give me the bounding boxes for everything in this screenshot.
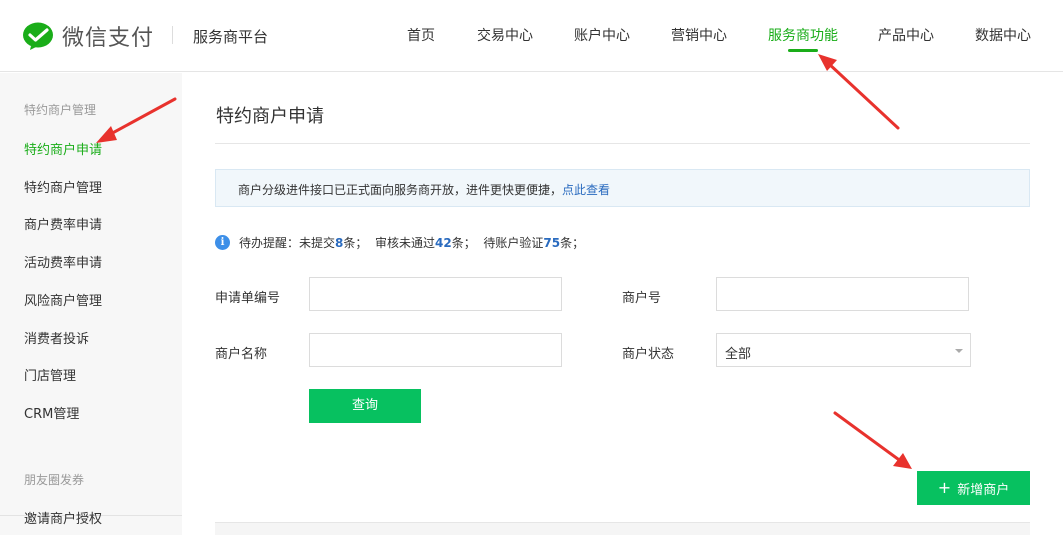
- logo-text: 微信支付: [62, 26, 155, 51]
- nav-product-center[interactable]: 产品中心: [878, 25, 934, 45]
- title-divider: [215, 143, 1030, 144]
- nav-data-center[interactable]: 数据中心: [975, 25, 1031, 45]
- wechat-pay-logo[interactable]: 微信支付: [22, 20, 154, 52]
- merchant-status-select[interactable]: 全部: [716, 333, 971, 367]
- top-bar: 微信支付 服务商平台 首页 交易中心 账户中心 营销中心 服务商功能 产品中心 …: [0, 0, 1063, 72]
- nav-service-provider-functions[interactable]: 服务商功能: [768, 25, 838, 45]
- notice-link[interactable]: 点此查看: [562, 183, 610, 197]
- todo-label-rejected: 条； 审核未通过: [343, 236, 436, 250]
- nav-marketing-center[interactable]: 营销中心: [671, 25, 727, 45]
- todo-count-pending-verification[interactable]: 75: [543, 236, 560, 250]
- page-title: 特约商户申请: [216, 106, 324, 127]
- todo-count-rejected[interactable]: 42: [435, 236, 452, 250]
- todo-reminder: i 待办提醒： 未提交 8 条； 审核未通过 42 条； 待账户验证 75 条；: [215, 234, 584, 251]
- sidebar-item-consumer-complaints[interactable]: 消费者投诉: [24, 328, 89, 347]
- merchant-name-label: 商户名称: [215, 347, 268, 362]
- sidebar-item-crm-management[interactable]: CRM管理: [24, 403, 79, 422]
- application-number-label: 申请单编号: [215, 291, 281, 306]
- merchant-id-label: 商户号: [622, 291, 662, 306]
- chevron-down-icon: [955, 349, 963, 353]
- sidebar-item-rate-application[interactable]: 商户费率申请: [24, 214, 102, 233]
- todo-label-pending-verification: 条； 待账户验证: [451, 236, 544, 250]
- notice-text: 商户分级进件接口已正式面向服务商开放，进件更快更便捷，: [238, 183, 563, 197]
- sidebar-item-store-management[interactable]: 门店管理: [24, 365, 76, 384]
- plus-icon: +: [937, 478, 952, 497]
- query-button[interactable]: 查询: [309, 389, 421, 423]
- notice-banner: 商户分级进件接口已正式面向服务商开放，进件更快更便捷，点此查看: [215, 169, 1030, 207]
- sidebar-item-merchant-management[interactable]: 特约商户管理: [24, 177, 102, 196]
- sidebar-item-merchant-application[interactable]: 特约商户申请: [24, 139, 102, 158]
- sidebar-item-activity-rate-application[interactable]: 活动费率申请: [24, 252, 102, 271]
- merchant-id-input[interactable]: [716, 277, 969, 311]
- todo-prefix: 待办提醒：: [239, 236, 300, 250]
- todo-suffix: 条；: [560, 236, 585, 250]
- nav-home[interactable]: 首页: [407, 25, 435, 45]
- list-header-strip: [215, 522, 1030, 535]
- add-merchant-label: 新增商户: [957, 482, 1010, 498]
- todo-count-unsubmitted[interactable]: 8: [335, 236, 343, 250]
- add-merchant-button[interactable]: + 新增商户: [917, 471, 1030, 505]
- nav-account-center[interactable]: 账户中心: [574, 25, 630, 45]
- platform-name: 服务商平台: [193, 28, 269, 46]
- todo-label-unsubmitted: 未提交: [299, 236, 336, 250]
- info-icon: i: [215, 235, 230, 250]
- sidebar-group-merchant-management: 特约商户管理: [24, 103, 97, 117]
- sidebar-item-invite-merchant-authorization[interactable]: 邀请商户授权: [24, 508, 102, 527]
- merchant-status-label: 商户状态: [622, 347, 675, 362]
- application-number-input[interactable]: [309, 277, 562, 311]
- sidebar-item-risk-merchant-management[interactable]: 风险商户管理: [24, 290, 102, 309]
- merchant-name-input[interactable]: [309, 333, 562, 367]
- sidebar: 特约商户管理 特约商户申请 特约商户管理 商户费率申请 活动费率申请 风险商户管…: [0, 73, 182, 535]
- wechat-pay-logo-icon: [23, 22, 53, 50]
- nav-trade-center[interactable]: 交易中心: [477, 25, 533, 45]
- merchant-status-selected-value: 全部: [725, 347, 752, 362]
- arrow-to-add-button: [833, 411, 912, 469]
- nav-active-indicator: [788, 49, 818, 52]
- logo-divider: [172, 26, 173, 44]
- sidebar-group-moments-coupons: 朋友圈发券: [24, 473, 85, 487]
